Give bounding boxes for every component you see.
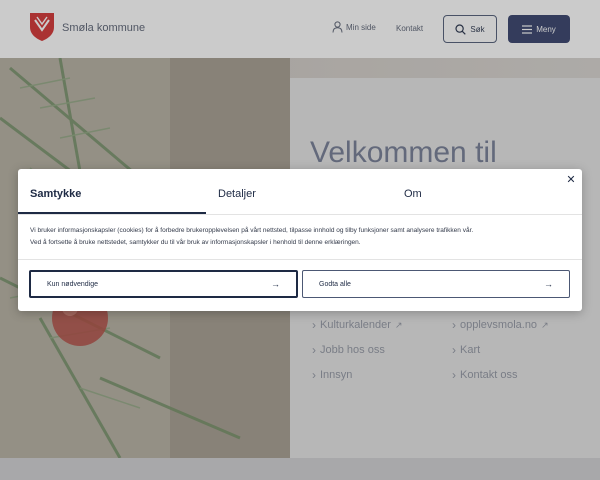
- arrow-right-icon: →: [271, 279, 280, 289]
- arrow-right-icon: →: [544, 279, 553, 289]
- accept-all-button[interactable]: Godta alle →: [302, 270, 570, 298]
- consent-text-line: Ved å fortsette å bruke nettstedet, samt…: [30, 239, 361, 246]
- dialog-tabs: Samtykke Detaljer Om: [18, 169, 582, 215]
- close-icon[interactable]: ✕: [565, 173, 577, 187]
- dialog-divider: [18, 259, 582, 260]
- necessary-only-label: Kun nødvendige: [47, 280, 98, 288]
- tab-detaljer[interactable]: Detaljer: [218, 188, 256, 200]
- accept-all-label: Godta alle: [319, 280, 351, 288]
- consent-text-line: Vi bruker informasjonskapsler (cookies) …: [30, 227, 474, 234]
- cookie-consent-dialog: Samtykke Detaljer Om ✕ Vi bruker informa…: [18, 169, 582, 311]
- active-tab-indicator: [18, 212, 206, 214]
- necessary-only-button[interactable]: Kun nødvendige →: [29, 270, 298, 298]
- tab-samtykke[interactable]: Samtykke: [30, 188, 81, 200]
- tab-om[interactable]: Om: [404, 188, 422, 200]
- consent-text: Vi bruker informasjonskapsler (cookies) …: [30, 225, 570, 249]
